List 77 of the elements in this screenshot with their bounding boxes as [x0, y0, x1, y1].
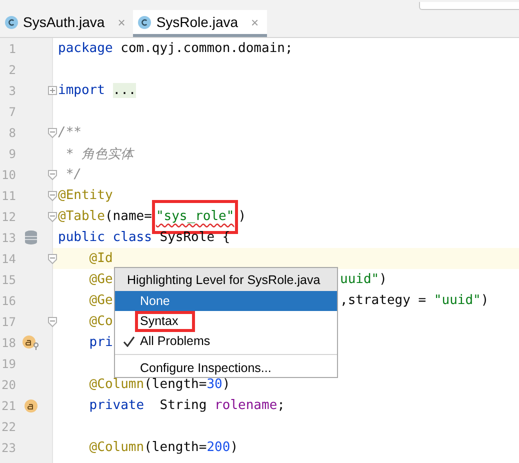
tab-label: SysAuth.java [23, 14, 105, 30]
code-token: ) [230, 440, 238, 455]
code-token: private [89, 398, 144, 413]
tab-label: SysRole.java [156, 14, 238, 30]
code-token: import [58, 83, 105, 98]
folded-code[interactable]: ... [112, 83, 136, 98]
run-config-field[interactable] [419, 2, 519, 10]
menu-item[interactable]: All Problems [115, 331, 337, 351]
menu-item[interactable]: None [115, 291, 337, 311]
line-number: 1 [8, 42, 16, 56]
code-token: @Column [89, 440, 144, 455]
collapse-icon[interactable] [48, 254, 56, 264]
code-token: @Ge [89, 272, 113, 287]
code-token: (length= [144, 377, 207, 392]
code-token: ,strategy = [340, 293, 428, 308]
menu-item[interactable]: Configure Inspections... [115, 358, 337, 377]
code-token: (name= [104, 209, 152, 224]
line-number: 16 [0, 294, 16, 308]
line-number: 13 [0, 230, 16, 244]
line-number: 3 [8, 84, 16, 98]
collapse-icon[interactable] [48, 190, 56, 200]
editor-tab[interactable]: SysAuth.java × [0, 10, 134, 37]
code-token: "uuid" [434, 293, 481, 308]
code-token: uuid" [340, 272, 380, 287]
editor-tab[interactable]: SysRole.java × [133, 10, 267, 37]
line-number: 8 [8, 126, 16, 140]
code-token: rolename [214, 398, 278, 413]
collapse-icon[interactable] [48, 316, 56, 326]
field-icon[interactable] [24, 398, 38, 412]
line-number: 17 [0, 314, 16, 328]
line-number: 11 [0, 188, 16, 202]
code-token: ) [379, 272, 387, 287]
code-token: 200 [206, 440, 230, 455]
code-token: package [58, 41, 113, 56]
code-token: String [158, 398, 208, 413]
code-token: (length= [144, 440, 207, 455]
popup-title: Highlighting Level for SysRole.java [115, 268, 337, 291]
code-token: public class [58, 230, 152, 245]
line-number: 19 [0, 356, 16, 370]
line-number: 23 [0, 440, 16, 454]
code-token: @Id [89, 251, 113, 266]
line-number: 18 [0, 336, 16, 350]
line-number: 21 [0, 398, 16, 412]
line-number: 22 [0, 420, 16, 434]
code-token: ; [277, 398, 285, 413]
code-token: @Co [89, 314, 113, 329]
line-number: 12 [0, 210, 16, 224]
code-token: ) [480, 293, 489, 308]
highlight-frame: Syntax [135, 310, 196, 332]
code-token: com.qyj.common.domain; [120, 41, 293, 56]
line-number: 7 [8, 104, 16, 118]
line-number: 14 [0, 252, 16, 266]
code-token: 30 [206, 377, 222, 392]
line-number: 20 [0, 378, 16, 392]
code-token: pri [89, 335, 113, 350]
field-key-icon[interactable] [22, 335, 40, 350]
line-number: 10 [0, 168, 16, 182]
class-icon [5, 16, 18, 28]
code-token: @Ge [89, 293, 113, 308]
code-token: @Column [89, 377, 144, 392]
code-token: @Table [58, 209, 105, 224]
collapse-icon[interactable] [48, 128, 56, 138]
code-token: ) [222, 377, 230, 392]
database-icon[interactable] [24, 230, 38, 245]
code-token: /** [58, 125, 82, 140]
class-icon [138, 16, 152, 28]
code-token: */ [64, 167, 82, 182]
code-token: @Entity [58, 188, 113, 203]
line-number: 2 [8, 62, 16, 76]
expand-icon[interactable] [48, 86, 56, 95]
menu-item[interactable]: Syntax [115, 311, 337, 331]
collapse-icon[interactable] [48, 170, 56, 180]
line-number: 15 [0, 272, 16, 286]
code-token: * 角色实体 [64, 146, 134, 162]
line-number: 9 [8, 146, 16, 160]
code-token: ) [238, 209, 246, 224]
collapse-icon[interactable] [48, 212, 56, 222]
